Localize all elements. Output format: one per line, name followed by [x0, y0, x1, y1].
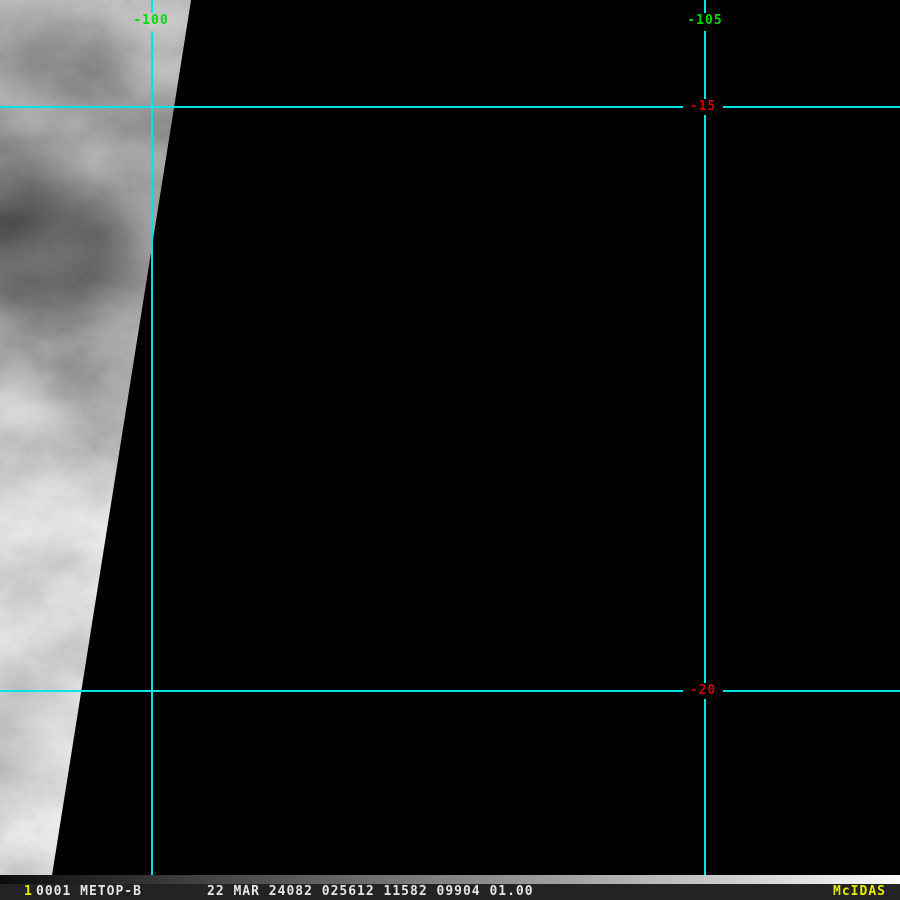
mcidas-brand-label: McIDAS [833, 884, 886, 900]
dataset-label: 0001 METOP-B [36, 884, 142, 900]
latitude-label-15: -15 [690, 100, 716, 114]
grayscale-brightness-bar [0, 875, 900, 884]
image-info-label: 22 MAR 24082 025612 11582 09904 01.00 [207, 884, 534, 900]
status-bar: 1 0001 METOP-B 22 MAR 24082 025612 11582… [0, 884, 900, 900]
latitude-label-20: -20 [690, 684, 716, 698]
satellite-image-swath[interactable] [0, 0, 900, 900]
frame-number: 1 [24, 884, 33, 900]
longitude-label-105: -105 [687, 14, 722, 28]
longitude-label-100: -100 [133, 14, 168, 28]
mcidas-display: -100 -105 -15 -20 1 0001 METOP-B 22 MAR … [0, 0, 900, 900]
